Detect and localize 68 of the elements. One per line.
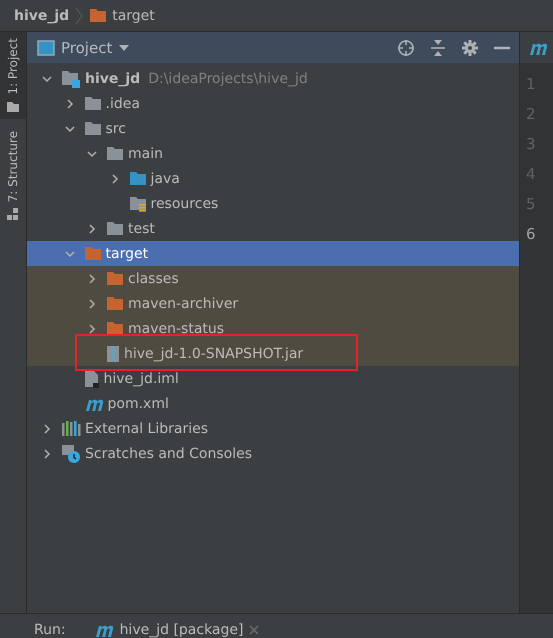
folder-icon <box>106 296 124 311</box>
tree-item-label: maven-status <box>128 320 224 336</box>
tree-item-label: test <box>128 220 155 236</box>
tree-row[interactable]: main <box>27 141 519 166</box>
editor-tab[interactable] <box>520 32 553 63</box>
tree-row[interactable]: maven-archiver <box>27 291 519 316</box>
breadcrumb-separator-icon <box>75 6 84 24</box>
tree-item-label: .idea <box>106 96 140 112</box>
tree-row[interactable]: target <box>27 241 519 266</box>
tree-item-label: resources <box>150 196 218 212</box>
resources-folder-icon <box>128 196 146 212</box>
run-label: Run: <box>34 622 66 638</box>
tree-row[interactable]: hive_jd-1.0-SNAPSHOT.jar <box>27 341 519 366</box>
tree-row[interactable]: Scratches and Consoles <box>27 441 519 466</box>
archive-file-icon <box>106 344 120 362</box>
breadcrumb-item[interactable]: hive_jd <box>14 8 70 24</box>
line-number: 6 <box>525 224 537 245</box>
library-bars-icon <box>61 420 81 437</box>
scratch-clock-icon <box>61 444 81 464</box>
tree-item-label: Scratches and Consoles <box>85 446 252 462</box>
tree-item-label: External Libraries <box>85 420 208 436</box>
tree-item-label: hive_jd <box>85 70 140 86</box>
tree-row[interactable]: hive_jd D:\ideaProjects\hive_jd <box>27 66 519 91</box>
target-icon[interactable] <box>397 38 415 56</box>
minimize-icon[interactable] <box>493 46 511 50</box>
settings-icon[interactable] <box>461 38 479 56</box>
tree-row[interactable]: src <box>27 116 519 141</box>
module-folder-icon <box>61 70 81 88</box>
breadcrumb-item[interactable]: target <box>112 8 155 24</box>
window-icon <box>37 40 55 56</box>
tree-row[interactable]: pom.xml <box>27 391 519 416</box>
dropdown-caret-icon[interactable] <box>118 44 130 52</box>
collapse-all-icon[interactable] <box>429 38 447 56</box>
folder-icon <box>106 221 124 236</box>
tree-row[interactable]: test <box>27 216 519 241</box>
tree-row[interactable]: java <box>27 166 519 191</box>
tree-item-label: classes <box>128 270 179 286</box>
folder-icon <box>84 96 102 111</box>
project-path: D:\ideaProjects\hive_jd <box>148 70 308 86</box>
tree-row[interactable]: maven-status <box>27 316 519 341</box>
folder-icon <box>84 121 102 136</box>
close-icon[interactable] <box>249 625 260 635</box>
tree-row[interactable]: hive_jd.iml <box>27 366 519 391</box>
tree-row[interactable]: External Libraries <box>27 416 519 441</box>
tree-item-label: target <box>106 246 148 262</box>
structure-icon <box>7 208 19 220</box>
folder-icon <box>106 146 124 161</box>
tree-item-label: src <box>106 120 126 136</box>
folder-icon <box>89 8 108 23</box>
tree-row[interactable]: .idea <box>27 91 519 116</box>
tree-item-label: java <box>150 170 180 186</box>
run-tab[interactable]: hive_jd [package] <box>94 622 260 638</box>
side-tool-tab[interactable]: 7: Structure <box>0 124 26 226</box>
folder-icon <box>106 271 124 286</box>
folder-icon <box>84 246 102 261</box>
folder-icon <box>6 100 20 113</box>
folder-icon <box>128 171 146 186</box>
tree-item-label: main <box>128 146 163 162</box>
file-icon <box>84 370 100 388</box>
tree-item-label: maven-archiver <box>128 296 238 312</box>
tree-item-label: pom.xml <box>108 396 169 412</box>
tree-row[interactable]: resources <box>27 191 519 216</box>
side-tool-tab[interactable]: 1: Project <box>0 32 26 119</box>
tree-item-label: hive_jd.iml <box>104 370 179 386</box>
tree-item-label: hive_jd-1.0-SNAPSHOT.jar <box>124 346 304 362</box>
folder-icon <box>106 321 124 336</box>
tree-row[interactable]: classes <box>27 266 519 291</box>
panel-title[interactable]: Project <box>61 38 112 56</box>
